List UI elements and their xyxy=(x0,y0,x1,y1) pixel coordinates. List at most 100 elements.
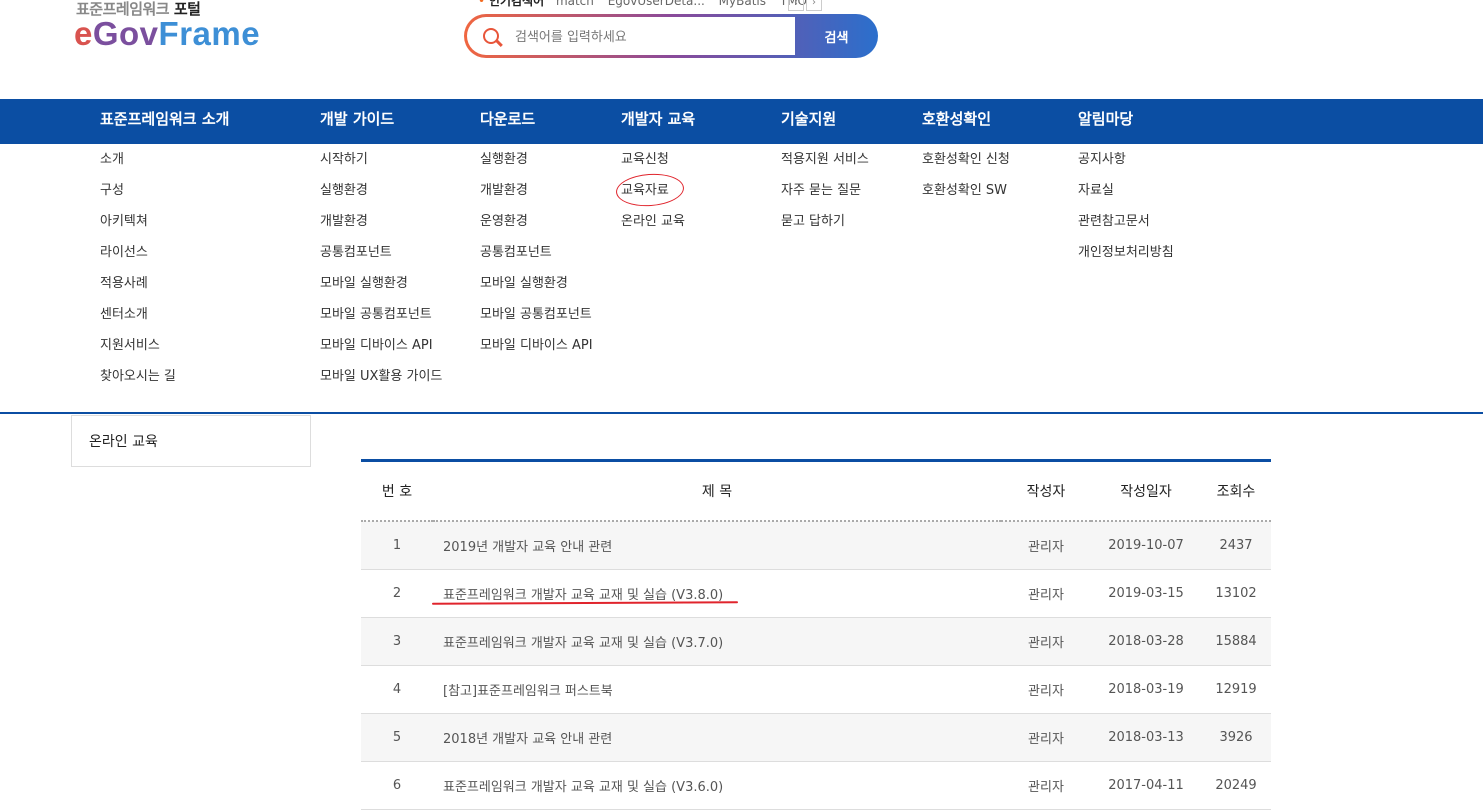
nav-dev-education[interactable]: 개발자 교육 xyxy=(621,99,695,144)
submenu-item[interactable]: 운영환경 xyxy=(480,212,593,243)
table-row[interactable]: 2 표준프레임워크 개발자 교육 교재 및 실습 (V3.8.0) 관리자 20… xyxy=(361,569,1271,618)
nav-dev-guide[interactable]: 개발 가이드 xyxy=(320,99,394,144)
row-author: 관리자 xyxy=(1001,617,1091,666)
submenu-item[interactable]: 적용지원 서비스 xyxy=(781,150,869,181)
logo-e: e xyxy=(74,15,93,52)
row-date: 2018-03-13 xyxy=(1091,713,1201,762)
row-title-link[interactable]: 표준프레임워크 개발자 교육 교재 및 실습 (V3.6.0) xyxy=(443,780,723,795)
next-keyword-button[interactable]: › xyxy=(806,0,822,11)
submenu-notice: 공지사항 자료실 관련참고문서 개인정보처리방침 xyxy=(1078,150,1174,274)
submenu-item[interactable]: 적용사례 xyxy=(100,274,176,305)
submenu-item[interactable]: 모바일 공통컴포넌트 xyxy=(480,305,593,336)
row-views: 13102 xyxy=(1201,569,1271,618)
row-title-cell: 2019년 개발자 교육 안내 관련 xyxy=(433,520,1001,570)
row-views: 15884 xyxy=(1201,617,1271,666)
submenu-item[interactable]: 공지사항 xyxy=(1078,150,1174,181)
submenu-item[interactable]: 라이선스 xyxy=(100,243,176,274)
logo-gov: Gov xyxy=(92,15,159,52)
row-title-cell: 표준프레임워크 개발자 교육 교재 및 실습 (V3.7.0) xyxy=(433,617,1001,666)
prev-keyword-button[interactable]: ‹ xyxy=(788,0,804,11)
submenu-item[interactable]: 실행환경 xyxy=(320,181,442,212)
submenu-compatibility: 호환성확인 신청 호환성확인 SW xyxy=(922,150,1010,212)
table-row[interactable]: 5 2018년 개발자 교육 안내 관련 관리자 2018-03-13 3926 xyxy=(361,713,1271,762)
table-header-row: 번 호 제 목 작성자 작성일자 조회수 xyxy=(361,460,1271,521)
row-author: 관리자 xyxy=(1001,713,1091,762)
col-title: 제 목 xyxy=(701,483,733,500)
popular-keyword[interactable]: match xyxy=(556,0,594,8)
bullet-icon: • xyxy=(478,0,486,8)
nav-compatibility[interactable]: 호환성확인 xyxy=(922,99,991,144)
row-author: 관리자 xyxy=(1001,520,1091,570)
row-number: 1 xyxy=(361,520,433,570)
row-author: 관리자 xyxy=(1001,665,1091,714)
submenu-item[interactable]: 모바일 공통컴포넌트 xyxy=(320,305,442,336)
submenu-download: 실행환경 개발환경 운영환경 공통컴포넌트 모바일 실행환경 모바일 공통컴포넌… xyxy=(480,150,593,367)
row-views: 3926 xyxy=(1201,713,1271,762)
submenu-item[interactable]: 모바일 디바이스 API xyxy=(320,336,442,367)
row-title-cell: 표준프레임워크 개발자 교육 교재 및 실습 (V3.6.0) xyxy=(433,761,1001,810)
popular-keyword[interactable]: EgovUserDeta... xyxy=(608,0,705,8)
submenu-dev-guide: 시작하기 실행환경 개발환경 공통컴포넌트 모바일 실행환경 모바일 공통컴포넌… xyxy=(320,150,442,398)
search-bar: 검색 xyxy=(464,14,878,58)
search-icon xyxy=(483,28,499,44)
row-title-link[interactable]: 2018년 개발자 교육 안내 관련 xyxy=(443,732,612,747)
submenu-item[interactable]: 지원서비스 xyxy=(100,336,176,367)
table-row[interactable]: 1 2019년 개발자 교육 안내 관련 관리자 2019-10-07 2437 xyxy=(361,520,1271,570)
nav-notice[interactable]: 알림마당 xyxy=(1078,99,1133,144)
submenu-item[interactable]: 개발환경 xyxy=(320,212,442,243)
nav-tech-support[interactable]: 기술지원 xyxy=(781,99,836,144)
nav-download[interactable]: 다운로드 xyxy=(480,99,535,144)
row-title-link[interactable]: 표준프레임워크 개발자 교육 교재 및 실습 (V3.7.0) xyxy=(443,636,723,651)
row-title-link[interactable]: 2019년 개발자 교육 안내 관련 xyxy=(443,540,612,555)
keyword-pager: ‹ › xyxy=(788,0,824,11)
row-date: 2019-10-07 xyxy=(1091,520,1201,570)
side-nav[interactable]: 온라인 교육 xyxy=(71,415,311,467)
search-input[interactable] xyxy=(513,17,787,57)
submenu-item[interactable]: 자주 묻는 질문 xyxy=(781,181,869,212)
submenu-item[interactable]: 실행환경 xyxy=(480,150,593,181)
submenu-item[interactable]: 소개 xyxy=(100,150,176,181)
submenu-item[interactable]: 아키텍쳐 xyxy=(100,212,176,243)
submenu-item[interactable]: 시작하기 xyxy=(320,150,442,181)
submenu-item[interactable]: 모바일 실행환경 xyxy=(480,274,593,305)
popular-keyword[interactable]: MyBatis xyxy=(719,0,766,8)
popular-label: 인기검색어 xyxy=(488,0,545,8)
submenu-item[interactable]: 온라인 교육 xyxy=(621,212,685,243)
row-views: 20249 xyxy=(1201,761,1271,810)
submenu-item[interactable]: 개인정보처리방침 xyxy=(1078,243,1174,274)
submenu-item[interactable]: 공통컴포넌트 xyxy=(480,243,593,274)
submenu-item[interactable]: 묻고 답하기 xyxy=(781,212,869,243)
submenu-item[interactable]: 호환성확인 SW xyxy=(922,181,1010,212)
submenu-item[interactable]: 호환성확인 신청 xyxy=(922,150,1010,181)
row-author: 관리자 xyxy=(1001,761,1091,810)
submenu-intro: 소개 구성 아키텍쳐 라이선스 적용사례 센터소개 지원서비스 찾아오시는 길 xyxy=(100,150,176,398)
table-row[interactable]: 4 [참고]표준프레임워크 퍼스트북 관리자 2018-03-19 12919 xyxy=(361,665,1271,714)
nav-intro[interactable]: 표준프레임워크 소개 xyxy=(100,99,229,144)
submenu-item[interactable]: 개발환경 xyxy=(480,181,593,212)
logo[interactable]: eGovFrame xyxy=(74,14,260,54)
menu-divider xyxy=(0,412,1483,414)
search-button[interactable]: 검색 xyxy=(795,14,878,58)
submenu-item[interactable]: 공통컴포넌트 xyxy=(320,243,442,274)
submenu-item[interactable]: 자료실 xyxy=(1078,181,1174,212)
row-title-cell: [참고]표준프레임워크 퍼스트북 xyxy=(433,665,1001,714)
submenu-item[interactable]: 모바일 실행환경 xyxy=(320,274,442,305)
submenu-item[interactable]: 찾아오시는 길 xyxy=(100,367,176,398)
row-number: 4 xyxy=(361,665,433,714)
row-title-link[interactable]: 표준프레임워크 개발자 교육 교재 및 실습 (V3.8.0) xyxy=(443,588,723,603)
submenu-item[interactable]: 센터소개 xyxy=(100,305,176,336)
row-date: 2017-04-11 xyxy=(1091,761,1201,810)
row-views: 12919 xyxy=(1201,665,1271,714)
submenu-item[interactable]: 모바일 UX활용 가이드 xyxy=(320,367,442,398)
submenu-tech-support: 적용지원 서비스 자주 묻는 질문 묻고 답하기 xyxy=(781,150,869,243)
col-number: 번 호 xyxy=(381,483,413,500)
submenu-item[interactable]: 구성 xyxy=(100,181,176,212)
col-views: 조회수 xyxy=(1216,483,1256,500)
col-date: 작성일자 xyxy=(1120,483,1172,500)
submenu-item[interactable]: 관련참고문서 xyxy=(1078,212,1174,243)
row-title-link[interactable]: [참고]표준프레임워크 퍼스트북 xyxy=(443,684,613,699)
row-title-cell: 표준프레임워크 개발자 교육 교재 및 실습 (V3.8.0) xyxy=(433,569,1001,618)
table-row[interactable]: 6 표준프레임워크 개발자 교육 교재 및 실습 (V3.6.0) 관리자 20… xyxy=(361,761,1271,810)
submenu-item[interactable]: 모바일 디바이스 API xyxy=(480,336,593,367)
table-row[interactable]: 3 표준프레임워크 개발자 교육 교재 및 실습 (V3.7.0) 관리자 20… xyxy=(361,617,1271,666)
